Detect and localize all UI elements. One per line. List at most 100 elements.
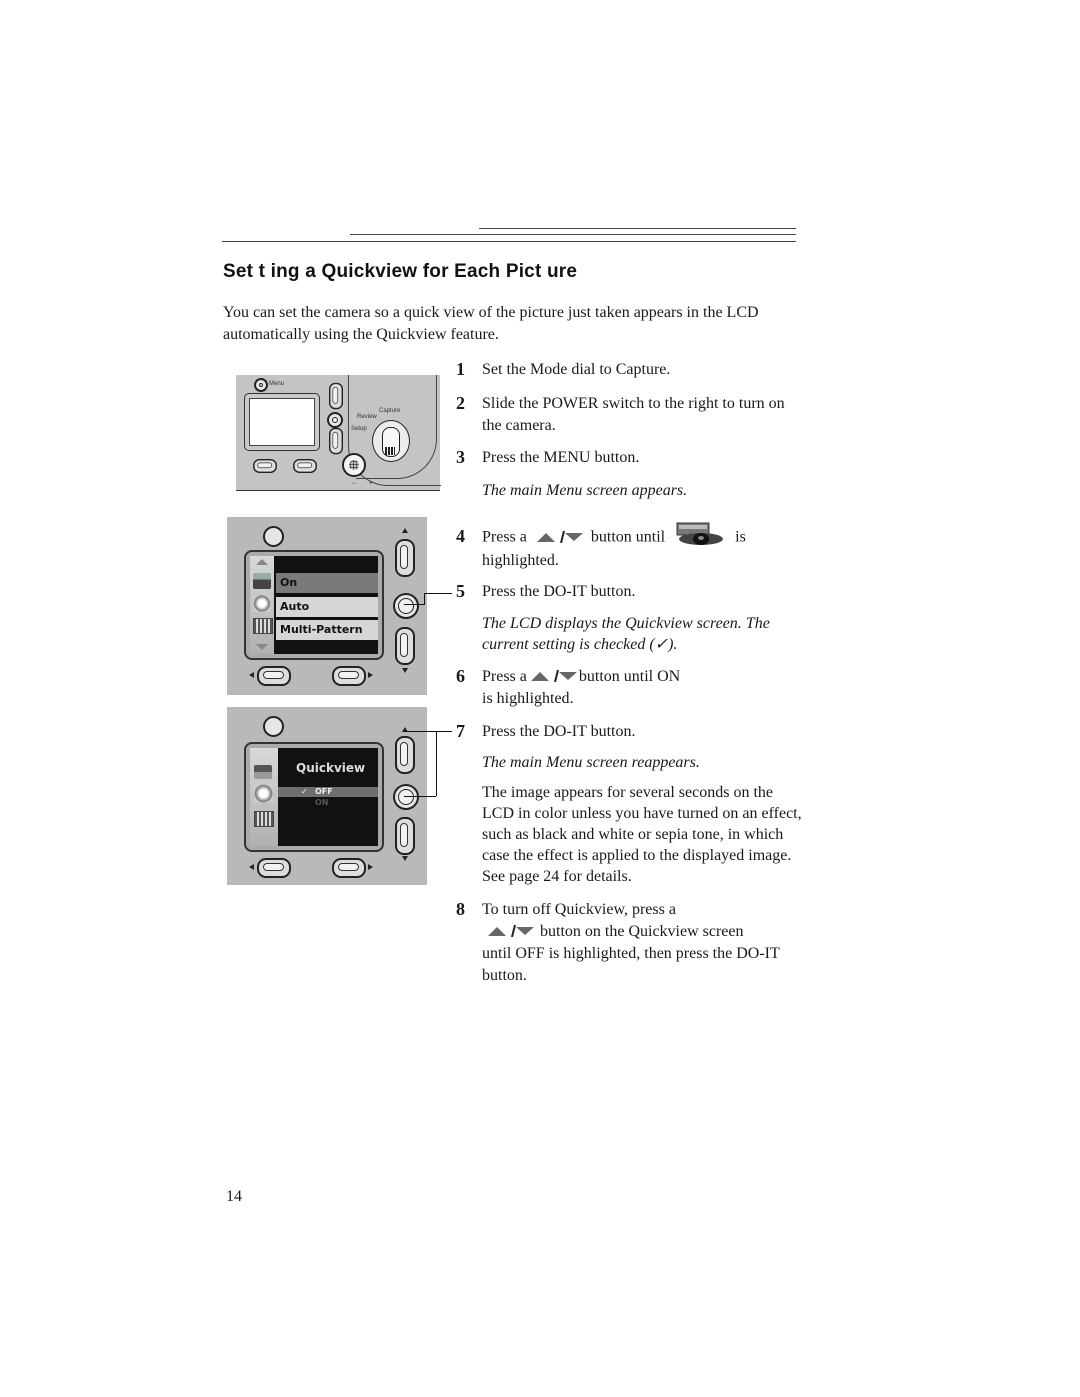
flash-icon	[254, 784, 273, 803]
down-button	[329, 427, 343, 455]
dial-label-setup: Setup	[351, 426, 367, 432]
right-indicator-icon	[368, 672, 373, 678]
step-number: 6	[456, 666, 465, 686]
dial-label-capture: Capture	[379, 408, 401, 414]
step-text-pre: Press a	[482, 528, 527, 546]
menu-button	[254, 378, 268, 392]
dial-label-review: Review	[357, 414, 377, 420]
note-image-appears: The image appears for several seconds on…	[482, 784, 802, 885]
step-text-mid: button until	[590, 528, 666, 546]
note-menu-appears: The main Menu screen appears.	[482, 482, 688, 499]
camera-back-figure: Menu Capture Review Setup − +	[236, 375, 441, 491]
step-1: 1 Set the Mode dial to Capture.	[456, 359, 806, 381]
step-text-cont: until OFF is highlighted, then press the…	[482, 945, 780, 984]
step-text-cont: is highlighted.	[482, 690, 574, 707]
step-text-post: is	[735, 528, 746, 546]
scroll-up-icon	[256, 559, 268, 565]
scroll-down-icon	[256, 644, 268, 650]
right-indicator-icon	[368, 864, 373, 870]
menu-item-label: Multi-Pattern	[280, 623, 363, 636]
step-6: 6 Press a button until ON is highlighted…	[456, 666, 806, 710]
main-menu-figure: On Auto Multi-Pattern	[227, 517, 427, 695]
quickview-screen-figure: Quickview ✓ OFF ON	[227, 707, 427, 885]
step-3: 3 Press the MENU button.	[456, 447, 806, 469]
step-text: Press a button until ON is highlighted.	[482, 666, 806, 710]
up-down-arrows-icon	[536, 530, 583, 543]
menu-item-label: On	[280, 576, 298, 589]
down-button	[395, 627, 415, 665]
step-number: 4	[456, 526, 465, 546]
option-off-row: ✓ OFF	[278, 787, 378, 797]
menu-item-quickview-on: On	[276, 573, 378, 593]
quickview-eye-icon	[676, 522, 724, 545]
lcd-frame: Quickview ✓ OFF ON	[244, 742, 384, 852]
callout-line-step-7-vert	[436, 731, 437, 796]
metering-icon	[253, 618, 273, 634]
left-button	[257, 858, 291, 878]
step-text: Press the MENU button.	[482, 449, 640, 466]
page-number: 14	[226, 1188, 242, 1205]
step-text: Press the DO-IT button.	[482, 723, 636, 740]
step-text-mid: button until ON	[578, 668, 681, 685]
step-text-cont: highlighted.	[482, 552, 559, 569]
minus-label: −	[352, 481, 356, 487]
step-text-pre: Press a	[482, 668, 527, 685]
quickview-eye-icon	[254, 765, 272, 779]
lcd-screen	[244, 393, 320, 451]
menu-item-flash-auto: Auto	[276, 597, 378, 617]
down-indicator-icon	[402, 668, 408, 673]
mode-dial	[372, 420, 410, 462]
lcd-icon-column	[250, 748, 278, 846]
step-text: Press the DO-IT button.	[482, 583, 636, 600]
metering-icon	[254, 811, 274, 827]
menu-button	[263, 526, 284, 547]
checkmark-icon: ✓	[301, 787, 308, 796]
step-number: 7	[456, 721, 465, 741]
header-rule-middle	[350, 234, 796, 235]
step-number: 3	[456, 447, 465, 467]
callout-line-step-7-top	[436, 731, 452, 732]
up-indicator-icon	[402, 528, 408, 533]
down-indicator-icon	[402, 856, 408, 861]
menu-item-label: Auto	[280, 600, 310, 613]
menu-item-metering: Multi-Pattern	[276, 620, 378, 640]
step-number: 5	[456, 581, 465, 601]
left-indicator-icon	[249, 864, 254, 870]
option-off-label: OFF	[315, 787, 333, 796]
up-down-arrows-icon	[530, 670, 577, 683]
menu-label: Menu	[269, 381, 285, 387]
lcd-frame: On Auto Multi-Pattern	[244, 550, 384, 660]
step-number: 8	[456, 899, 465, 919]
plus-label: +	[369, 481, 373, 487]
step-text-mid: button on the Quickview screen	[540, 923, 744, 940]
quickview-eye-icon	[253, 573, 271, 589]
right-button	[293, 459, 317, 473]
flash-icon	[253, 595, 271, 612]
lcd-icon-column	[250, 556, 274, 654]
step-5: 5 Press the DO-IT button.	[456, 581, 806, 603]
step-text-pre: To turn off Quickview, press a	[482, 901, 676, 918]
quickview-screen-title: Quickview	[296, 761, 366, 775]
right-button	[332, 666, 366, 686]
header-rule-bottom	[222, 241, 796, 242]
left-indicator-icon	[249, 672, 254, 678]
section-title: Set t ing a Quickview for Each Pict ure	[223, 261, 578, 282]
step-number: 1	[456, 359, 465, 379]
callout-line-step-7	[404, 731, 436, 797]
header-rule-top	[479, 228, 796, 229]
note-menu-reappears: The main Menu screen reappears.	[482, 754, 700, 771]
up-down-arrows-icon	[488, 925, 534, 938]
step-8: 8 To turn off Quickview, press a button …	[456, 899, 806, 987]
down-button	[395, 817, 415, 855]
left-button	[257, 666, 291, 686]
step-number: 2	[456, 393, 465, 413]
do-it-button	[327, 412, 343, 428]
speaker-grille	[342, 453, 366, 477]
lcd-screen: On Auto Multi-Pattern	[250, 556, 378, 654]
step-text: Slide the POWER switch to the right to t…	[482, 395, 785, 434]
up-button	[329, 382, 343, 410]
step-text: Set the Mode dial to Capture.	[482, 361, 671, 378]
intro-paragraph: You can set the camera so a quick view o…	[223, 304, 759, 343]
step-2: 2 Slide the POWER switch to the right to…	[456, 393, 806, 437]
right-button	[332, 858, 366, 878]
